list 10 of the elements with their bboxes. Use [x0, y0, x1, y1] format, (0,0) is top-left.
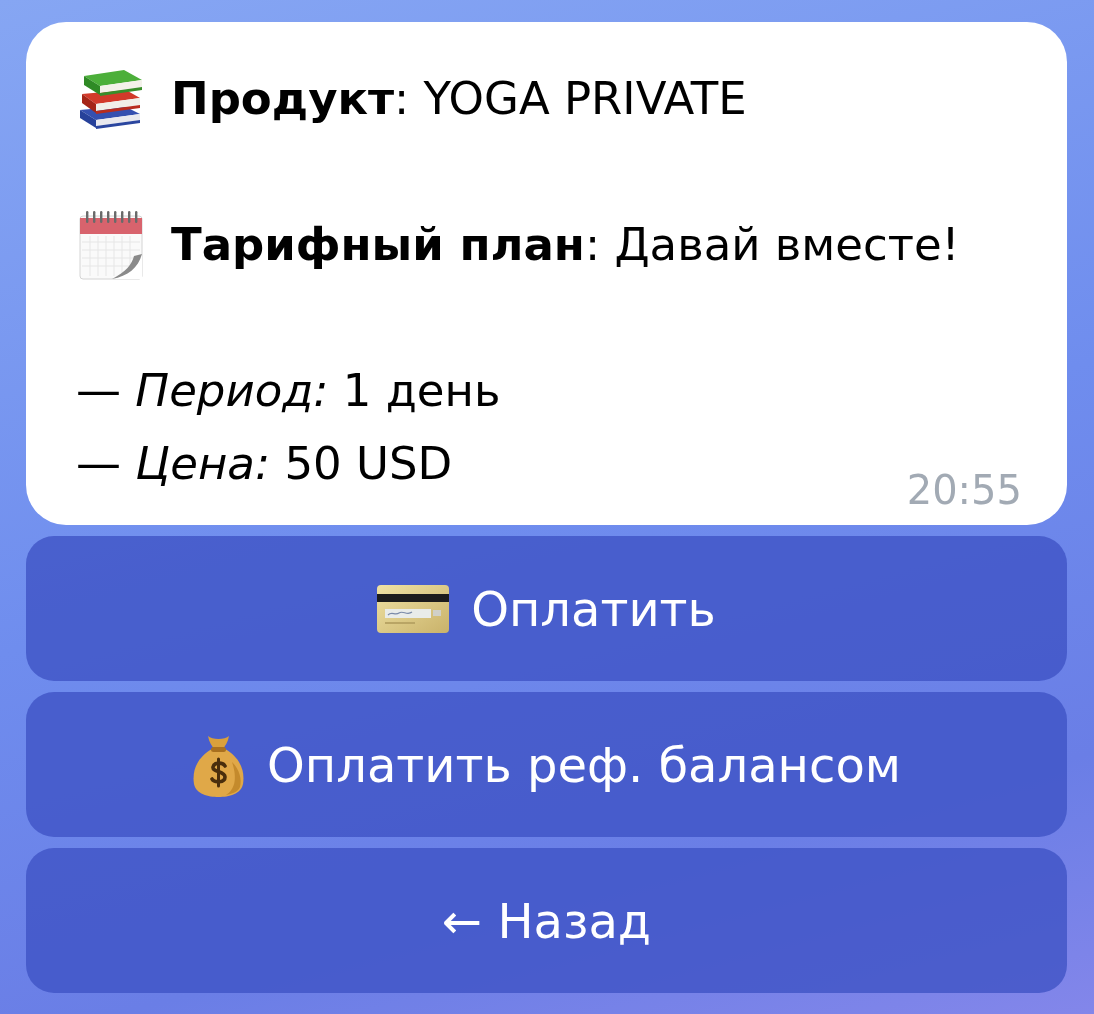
tariff-plan-line: Тарифный план: Давай вместе!	[171, 217, 960, 272]
pay-button[interactable]: Оплатить	[26, 536, 1067, 681]
credit-card-icon	[377, 584, 450, 633]
message-time: 20:55	[906, 470, 1022, 510]
period-line: — Период: 1 день	[76, 363, 501, 418]
price-line: — Цена: 50 USD	[76, 436, 453, 491]
pay-with-balance-button[interactable]: Оплатить реф. балансом	[26, 692, 1067, 837]
back-button[interactable]: ← Назад	[26, 848, 1067, 993]
product-line: Продукт: YOGA PRIVATE	[171, 71, 747, 126]
calendar-icon	[76, 209, 146, 280]
